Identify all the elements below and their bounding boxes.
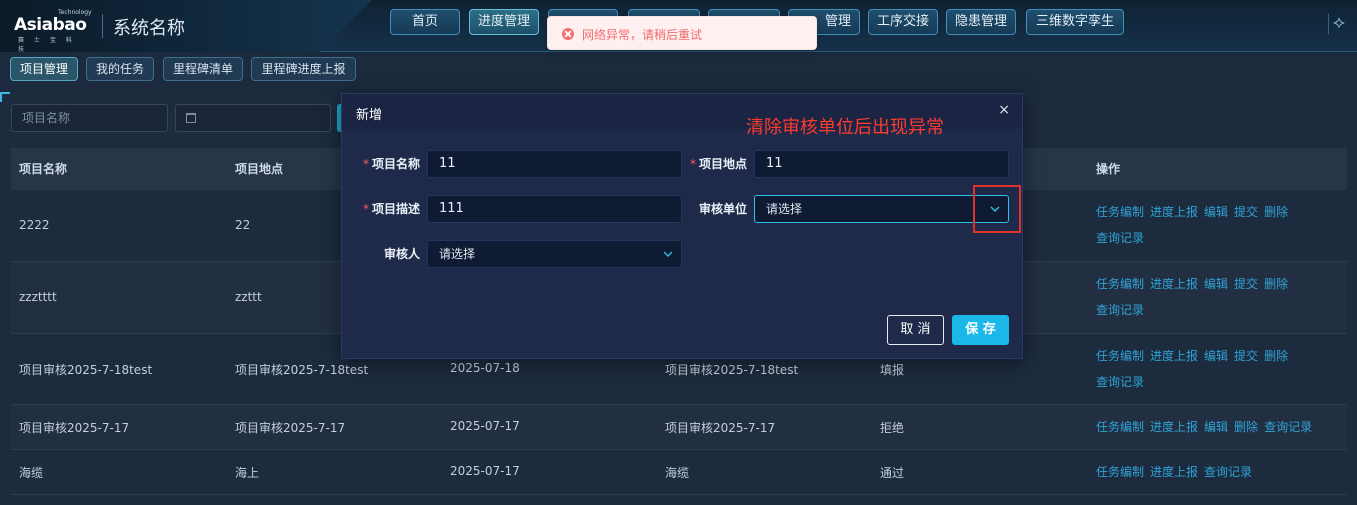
cell-location: 项目审核2025-7-17 bbox=[235, 421, 346, 435]
review-unit-placeholder: 请选择 bbox=[766, 202, 803, 216]
system-name: 系统名称 bbox=[113, 18, 185, 39]
edit-link[interactable]: 编辑 bbox=[1204, 420, 1228, 434]
cell-status: 拒绝 bbox=[880, 421, 905, 435]
project-description-input[interactable]: 111 bbox=[427, 195, 682, 223]
nav-digital-twin[interactable]: 三维数字孪生 bbox=[1026, 9, 1124, 35]
project-description-label: * 项目描述 bbox=[362, 202, 420, 216]
delete-link[interactable]: 删除 bbox=[1264, 205, 1288, 219]
project-name-label: * 项目名称 bbox=[362, 157, 420, 171]
reviewer-label: 审核人 bbox=[383, 247, 420, 261]
cell-location: 海上 bbox=[235, 466, 260, 480]
toast-message: 网络异常，请稍后重试 bbox=[582, 28, 703, 42]
task-compile-link[interactable]: 任务编制 bbox=[1096, 205, 1144, 219]
save-button[interactable]: 保 存 bbox=[952, 315, 1009, 345]
logo-name-text: Asiabao bbox=[14, 15, 87, 35]
task-compile-link[interactable]: 任务编制 bbox=[1096, 277, 1144, 291]
cell-description: 项目审核2025-7-18test bbox=[665, 363, 799, 377]
dialog-title: 新增 bbox=[356, 108, 383, 123]
cell-date: 2025-07-18 bbox=[450, 361, 520, 375]
task-compile-link[interactable]: 任务编制 bbox=[1096, 465, 1144, 479]
nav-process-handover[interactable]: 工序交接 bbox=[868, 9, 938, 35]
progress-report-link[interactable]: 进度上报 bbox=[1150, 465, 1198, 479]
query-record-link[interactable]: 查询记录 bbox=[1096, 231, 1144, 245]
cell-name: 项目审核2025-7-18test bbox=[19, 363, 153, 377]
cell-date: 2025-07-17 bbox=[450, 419, 520, 433]
row-actions: 任务编制 进度上报 编辑 提交 删除查询记录 bbox=[1096, 199, 1336, 251]
progress-report-link[interactable]: 进度上报 bbox=[1150, 420, 1198, 434]
error-toast: 网络异常，请稍后重试 bbox=[547, 16, 817, 50]
delete-link[interactable]: 删除 bbox=[1264, 349, 1288, 363]
project-location-label: * 项目地点 bbox=[689, 157, 747, 171]
cell-description: 海缆 bbox=[665, 466, 690, 480]
query-record-link[interactable]: 查询记录 bbox=[1096, 375, 1144, 389]
add-project-dialog: 新增 × 清除审核单位后出现异常 * 项目名称 11 * 项目地点 11 * 项目描述… bbox=[341, 93, 1023, 359]
progress-report-link[interactable]: 进度上报 bbox=[1150, 205, 1198, 219]
tab-milestone-report[interactable]: 里程碑进度上报 bbox=[251, 57, 356, 81]
review-unit-label: 审核单位 bbox=[698, 202, 747, 216]
query-record-link[interactable]: 查询记录 bbox=[1204, 465, 1252, 479]
column-header-name: 项目名称 bbox=[19, 162, 68, 176]
brand-divider bbox=[102, 14, 103, 38]
edit-link[interactable]: 编辑 bbox=[1204, 277, 1228, 291]
project-location-input[interactable]: 11 bbox=[754, 150, 1009, 178]
cell-status: 通过 bbox=[880, 466, 905, 480]
reviewer-placeholder: 请选择 bbox=[439, 247, 476, 261]
nav-progress-management[interactable]: 进度管理 bbox=[469, 9, 539, 35]
company-logo: Technology Asiabao 赛 士 宝 科 技 bbox=[14, 9, 92, 53]
reviewer-select[interactable]: 请选择 bbox=[427, 240, 682, 268]
calendar-icon bbox=[186, 113, 196, 123]
delete-link[interactable]: 删除 bbox=[1264, 277, 1288, 291]
project-name-filter[interactable]: 项目名称 bbox=[11, 104, 168, 132]
row-actions: 任务编制 进度上报 编辑 删除 查询记录 bbox=[1096, 414, 1336, 440]
task-compile-link[interactable]: 任务编制 bbox=[1096, 420, 1144, 434]
cell-date: 2025-07-17 bbox=[450, 464, 520, 478]
delete-link[interactable]: 删除 bbox=[1234, 420, 1258, 434]
nav-hazard-management[interactable]: 隐患管理 bbox=[946, 9, 1016, 35]
progress-report-link[interactable]: 进度上报 bbox=[1150, 349, 1198, 363]
edit-link[interactable]: 编辑 bbox=[1204, 205, 1228, 219]
error-annotation: 清除审核单位后出现异常 bbox=[746, 117, 944, 138]
cell-status: 填报 bbox=[880, 363, 905, 377]
header-right-divider bbox=[1328, 14, 1329, 34]
review-unit-select[interactable]: 请选择 bbox=[754, 195, 1009, 223]
project-name-input[interactable]: 11 bbox=[427, 150, 682, 178]
chevron-down-icon bbox=[663, 251, 673, 257]
task-compile-link[interactable]: 任务编制 bbox=[1096, 349, 1144, 363]
cell-name: zzztttt bbox=[19, 290, 57, 304]
query-record-link[interactable]: 查询记录 bbox=[1096, 303, 1144, 317]
submit-link[interactable]: 提交 bbox=[1234, 349, 1258, 363]
error-highlight-box bbox=[973, 185, 1021, 233]
submit-link[interactable]: 提交 bbox=[1234, 277, 1258, 291]
cell-location: 项目审核2025-7-18test bbox=[235, 363, 369, 377]
column-header-location: 项目地点 bbox=[235, 162, 284, 176]
cell-location: 22 bbox=[235, 218, 251, 232]
table-row: 海缆 海上 2025-07-17 海缆 通过 任务编制 进度上报 查询记录 bbox=[11, 450, 1347, 495]
cell-location: zzttt bbox=[235, 290, 262, 304]
query-record-link[interactable]: 查询记录 bbox=[1264, 420, 1312, 434]
date-filter[interactable] bbox=[175, 104, 331, 132]
cell-description: 项目审核2025-7-17 bbox=[665, 421, 776, 435]
cell-name: 项目审核2025-7-17 bbox=[19, 421, 130, 435]
content-corner-decoration bbox=[0, 92, 10, 102]
tab-my-tasks[interactable]: 我的任务 bbox=[86, 57, 154, 81]
row-actions: 任务编制 进度上报 查询记录 bbox=[1096, 459, 1336, 485]
row-actions: 任务编制 进度上报 编辑 提交 删除查询记录 bbox=[1096, 271, 1336, 323]
submit-link[interactable]: 提交 bbox=[1234, 205, 1258, 219]
tab-project-management[interactable]: 项目管理 bbox=[10, 57, 78, 81]
row-actions: 任务编制 进度上报 编辑 提交 删除查询记录 bbox=[1096, 343, 1336, 395]
progress-report-link[interactable]: 进度上报 bbox=[1150, 277, 1198, 291]
cell-name: 海缆 bbox=[19, 466, 44, 480]
cell-name: 2222 bbox=[19, 218, 50, 232]
cancel-button[interactable]: 取 消 bbox=[887, 315, 944, 345]
header-menu-icon[interactable]: ⟡ bbox=[1333, 12, 1349, 36]
logo-sub-text: 赛 士 宝 科 技 bbox=[18, 37, 76, 53]
table-row: 项目审核2025-7-17 项目审核2025-7-17 2025-07-17 项… bbox=[11, 405, 1347, 450]
column-header-ops: 操作 bbox=[1096, 162, 1121, 176]
error-icon bbox=[562, 28, 574, 40]
tab-milestone-list[interactable]: 里程碑清单 bbox=[163, 57, 243, 81]
nav-home[interactable]: 首页 bbox=[390, 9, 460, 35]
edit-link[interactable]: 编辑 bbox=[1204, 349, 1228, 363]
close-icon[interactable]: × bbox=[998, 102, 1010, 118]
